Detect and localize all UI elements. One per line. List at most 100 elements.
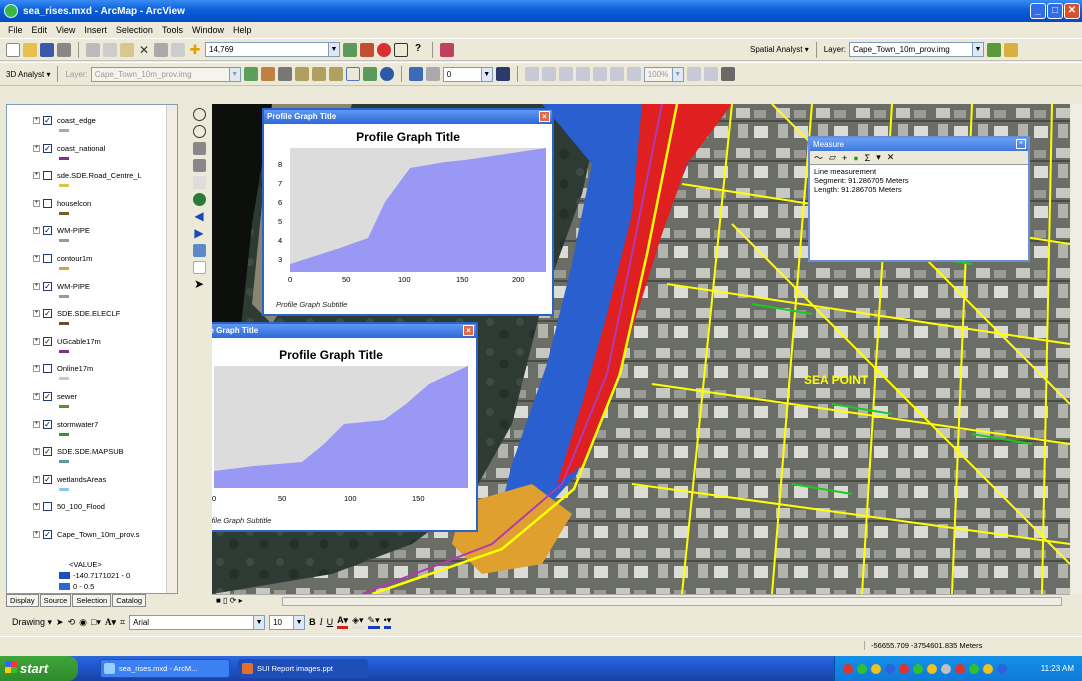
expand-icon[interactable]: + (33, 144, 40, 152)
profile-window-titlebar[interactable]: Profile Graph Title × (212, 324, 476, 338)
layer-checkbox[interactable]: ✓ (43, 447, 52, 457)
layer-checkbox[interactable] (43, 364, 52, 374)
redo-icon[interactable] (171, 42, 185, 57)
layer-checkbox[interactable]: ✓ (43, 226, 52, 236)
command-line-icon[interactable] (394, 42, 408, 57)
clear-icon[interactable]: ✕ (887, 152, 895, 163)
font-color-icon[interactable]: A▾ (337, 615, 349, 629)
transparency-combo[interactable]: 0 ▼ (442, 66, 493, 82)
layer-checkbox[interactable]: ✓ (43, 474, 52, 484)
arcscene-icon[interactable] (362, 67, 377, 81)
forward-icon[interactable]: ▶ (193, 227, 206, 240)
layout-tool-icon[interactable] (686, 67, 701, 81)
layer-checkbox[interactable]: ✓ (43, 143, 52, 153)
pointer-icon[interactable]: ➤ (193, 278, 206, 291)
chevron-down-icon[interactable]: ▼ (971, 43, 983, 56)
zoom-in-icon[interactable] (192, 108, 206, 121)
menu-tools[interactable]: Tools (162, 25, 183, 35)
zoom-out-icon[interactable] (192, 125, 206, 138)
expand-icon[interactable]: + (33, 199, 40, 207)
tray-icon[interactable] (955, 663, 965, 674)
select-features-icon[interactable] (192, 244, 206, 257)
whats-this-icon[interactable]: ? (411, 43, 425, 57)
menu-help[interactable]: Help (233, 25, 252, 35)
chevron-down-icon[interactable]: ▼ (253, 615, 265, 629)
tab-catalog[interactable]: Catalog (112, 594, 147, 607)
add-data-icon[interactable]: ✚ (188, 42, 202, 57)
expand-icon[interactable]: + (33, 337, 40, 345)
measure-area-icon[interactable]: ▱ (829, 152, 836, 163)
layer-checkbox[interactable]: ✓ (43, 116, 52, 125)
expand-icon[interactable]: + (33, 227, 40, 235)
line-of-sight-icon[interactable] (294, 67, 309, 81)
edit-vertices-icon[interactable]: ⌗ (120, 617, 125, 628)
paste-icon[interactable] (120, 42, 134, 57)
select-elements-arrow-icon[interactable]: ➤ (56, 617, 64, 628)
back-icon[interactable]: ◀ (193, 210, 206, 223)
minimize-button[interactable]: _ (1030, 3, 1046, 19)
view-toggle-icons[interactable]: ■ ▯ ⟳ ▸ (216, 596, 243, 605)
profile-graph-window-1[interactable]: Profile Graph Title × Profile Graph Title… (262, 108, 554, 316)
tray-icon[interactable] (941, 663, 951, 674)
layer-checkbox[interactable] (43, 254, 52, 263)
fixed-zoom-in-icon[interactable] (192, 142, 206, 155)
rectangle-icon[interactable]: □▾ (91, 617, 101, 628)
expand-icon[interactable]: + (33, 172, 40, 180)
map-horizontal-scrollbar[interactable] (282, 597, 1062, 606)
chevron-down-icon[interactable]: ▼ (671, 67, 683, 81)
units-icon[interactable]: ▾ (876, 152, 881, 163)
chevron-down-icon[interactable]: ▼ (328, 43, 339, 56)
undo-icon[interactable] (154, 42, 168, 57)
expand-icon[interactable]: + (33, 420, 40, 428)
new-icon[interactable] (6, 42, 20, 57)
scale-combo[interactable]: 14,769 ▼ (205, 42, 340, 57)
layer-checkbox[interactable]: ✓ (43, 392, 52, 401)
rotate-icon[interactable]: ⟲ (68, 617, 76, 628)
menu-window[interactable]: Window (192, 25, 224, 35)
layer-checkbox[interactable]: ✓ (43, 281, 52, 291)
expand-icon[interactable]: + (33, 282, 40, 290)
font-combo[interactable]: Arial ▼ (129, 614, 266, 630)
save-icon[interactable] (40, 42, 54, 57)
sum-icon[interactable]: Σ (865, 153, 871, 163)
layout-tool-icon[interactable] (558, 67, 573, 81)
chevron-down-icon[interactable]: ▼ (480, 67, 492, 81)
contour-tool-icon[interactable] (260, 67, 275, 81)
measure-window[interactable]: Measure × 〜 ▱ + ● Σ ▾ ✕ Line measurement … (808, 136, 1030, 262)
steepest-path-icon[interactable] (277, 67, 292, 81)
expand-icon[interactable]: + (33, 310, 40, 318)
layout-tool-icon[interactable] (541, 67, 556, 81)
expand-icon[interactable]: + (33, 503, 40, 511)
tray-icon[interactable] (969, 663, 979, 674)
zoom-whole-page-icon[interactable]: ◉ (79, 617, 87, 628)
fill-color-icon[interactable]: ◈▾ (352, 615, 364, 629)
italic-button[interactable]: I (320, 617, 323, 627)
arcglobe-icon[interactable] (379, 67, 394, 81)
edit-tool-icon[interactable] (440, 42, 454, 57)
layer-checkbox[interactable] (43, 502, 52, 512)
layer-checkbox[interactable]: ✓ (43, 309, 52, 319)
maximize-button[interactable]: □ (1047, 3, 1063, 19)
profile-graph-window-2[interactable]: Profile Graph Title × Profile Graph Title… (212, 322, 478, 532)
expand-icon[interactable]: + (33, 365, 40, 373)
close-icon[interactable]: × (539, 111, 550, 122)
menu-selection[interactable]: Selection (116, 25, 153, 35)
fixed-zoom-out-icon[interactable] (192, 159, 206, 172)
layout-tool-icon[interactable] (703, 67, 718, 81)
editor-icon[interactable] (343, 42, 357, 57)
marker-color-icon[interactable]: •▾ (383, 615, 392, 629)
chevron-down-icon[interactable]: ▼ (228, 67, 240, 81)
swipe-icon[interactable] (425, 67, 440, 81)
interpolate-line-icon[interactable] (328, 67, 343, 81)
text-tool-icon[interactable]: A▾ (105, 617, 116, 628)
print-icon[interactable] (57, 42, 71, 57)
interpolate-point-icon[interactable] (311, 67, 326, 81)
layout-tool-icon[interactable] (575, 67, 590, 81)
spatial-layer-combo[interactable]: Cape_Town_10m_prov.img ▼ (848, 42, 984, 57)
zoom-percent-combo[interactable]: 100% ▼ (643, 66, 684, 82)
expand-icon[interactable]: + (33, 531, 40, 538)
cut-icon[interactable] (86, 42, 100, 57)
tray-icon[interactable] (997, 663, 1007, 674)
tray-icon[interactable] (857, 663, 867, 674)
tray-icon[interactable] (927, 663, 937, 674)
